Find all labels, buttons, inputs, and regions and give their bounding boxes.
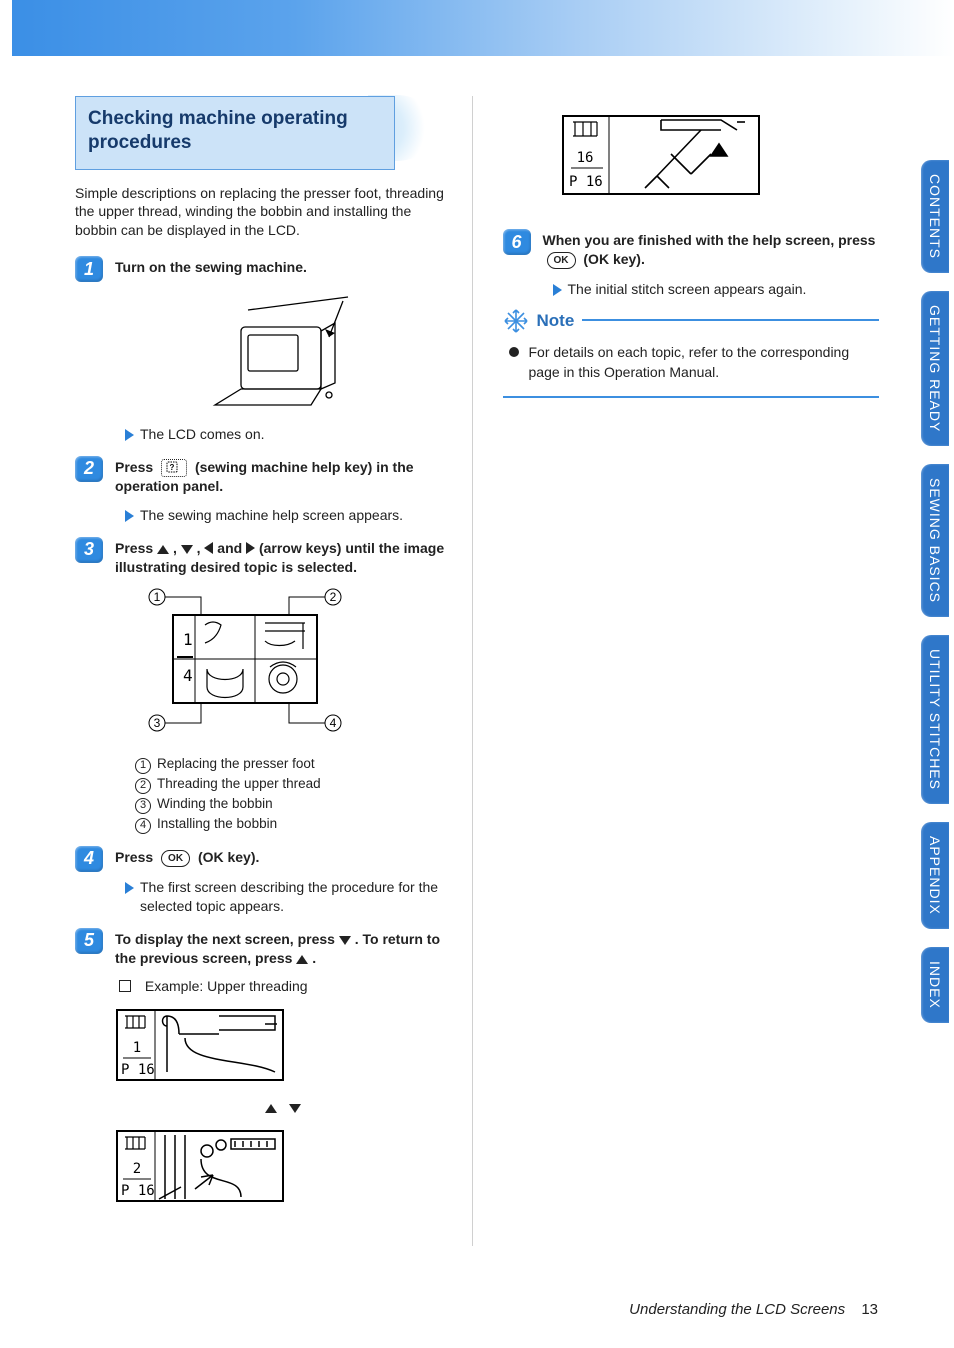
- step-6-title: When you are finished with the help scre…: [543, 231, 880, 270]
- note-header: Note: [503, 308, 583, 334]
- example-lcd-1: 1 P 16: [115, 1008, 285, 1082]
- example-box-icon: [119, 980, 131, 992]
- svg-text:4: 4: [183, 666, 193, 685]
- side-tabs: CONTENTS GETTING READY SEWING BASICS UTI…: [909, 160, 949, 1023]
- arrow-down-icon: [339, 936, 351, 945]
- section-title: Checking machine operating procedures: [88, 107, 372, 155]
- left-column: Checking machine operating procedures Si…: [75, 96, 472, 1246]
- step-2-title: Press ? (sewing machine help key) in the…: [115, 458, 452, 496]
- example-label-row: Example: Upper threading: [119, 978, 452, 994]
- step-4-result-text: The first screen describing the procedur…: [140, 878, 452, 916]
- tab-utility-stitches[interactable]: UTILITY STITCHES: [921, 635, 949, 804]
- lcd1-num: 1: [133, 1040, 141, 1056]
- step-number-badge: 2: [75, 456, 103, 482]
- result-arrow-icon: [553, 284, 562, 296]
- arrow-left-icon: [204, 542, 213, 554]
- result-arrow-icon: [125, 510, 134, 522]
- step-1: 1 Turn on the sewing machine. The LCD co…: [75, 258, 452, 444]
- step-6: 6 When you are finished with the help sc…: [503, 231, 880, 299]
- step-2-result: The sewing machine help screen appears.: [125, 506, 452, 525]
- help-page-num: 1: [183, 630, 193, 649]
- step-number-badge: 5: [75, 928, 103, 954]
- result-arrow-icon: [125, 429, 134, 441]
- result-arrow-icon: [125, 882, 134, 894]
- arrow-up-icon: [296, 955, 308, 964]
- lcd1-page: P 16: [121, 1062, 155, 1078]
- step-4-title: Press OK (OK key).: [115, 848, 452, 869]
- step-number-badge: 3: [75, 537, 103, 563]
- lcd2-num: 2: [133, 1161, 141, 1177]
- ok-key-icon: OK: [161, 850, 190, 868]
- step-3-title: Press , , and (arrow keys) until the ima…: [115, 539, 452, 577]
- step-4: 4 Press OK (OK key). The first screen de…: [75, 848, 452, 916]
- ok-key-icon: OK: [547, 252, 576, 270]
- step-1-result-text: The LCD comes on.: [140, 425, 265, 444]
- legend-num-3: 3: [135, 798, 151, 814]
- step-3: 3 Press , , and (arrow keys) until the i…: [75, 539, 452, 834]
- arrow-up-icon: [265, 1104, 277, 1113]
- tab-contents[interactable]: CONTENTS: [921, 160, 949, 273]
- svg-text:3: 3: [154, 716, 161, 730]
- section-heading-box: Checking machine operating procedures: [75, 96, 395, 170]
- note-text: For details on each topic, refer to the …: [529, 343, 880, 382]
- legend-num-2: 2: [135, 778, 151, 794]
- note-label: Note: [537, 311, 575, 331]
- arrow-up-icon: [157, 545, 169, 554]
- step-1-title: Turn on the sewing machine.: [115, 258, 452, 277]
- arrow-down-icon: [289, 1104, 301, 1113]
- step-4-result: The first screen describing the procedur…: [125, 878, 452, 916]
- snowflake-icon: [503, 308, 529, 334]
- sewing-machine-illustration: [193, 285, 373, 415]
- tab-sewing-basics[interactable]: SEWING BASICS: [921, 464, 949, 617]
- page-footer: Understanding the LCD Screens 13: [629, 1301, 878, 1318]
- tab-getting-ready[interactable]: GETTING READY: [921, 291, 949, 446]
- step-6-result: The initial stitch screen appears again.: [553, 280, 880, 299]
- tab-index[interactable]: INDEX: [921, 947, 949, 1023]
- step-number-badge: 1: [75, 256, 103, 282]
- footer-section: Understanding the LCD Screens: [629, 1301, 845, 1318]
- example-label: Example: Upper threading: [145, 978, 308, 994]
- legend-num-1: 1: [135, 758, 151, 774]
- step-number-badge: 6: [503, 229, 531, 255]
- step-1-result: The LCD comes on.: [125, 425, 452, 444]
- svg-text:4: 4: [330, 716, 337, 730]
- right-column: 16 P 16 6 When you are finished with the…: [483, 96, 880, 1246]
- arrow-down-icon: [181, 545, 193, 554]
- page-header-bar: [0, 0, 954, 56]
- step-5-title: To display the next screen, press . To r…: [115, 930, 452, 968]
- svg-text:1: 1: [154, 590, 161, 604]
- step-6-result-text: The initial stitch screen appears again.: [568, 280, 807, 299]
- step-2-result-text: The sewing machine help screen appears.: [140, 506, 403, 525]
- tab-appendix[interactable]: APPENDIX: [921, 822, 949, 929]
- step-2: 2 Press ? (sewing machine help key) in t…: [75, 458, 452, 525]
- screen-nav-arrows: [115, 1099, 452, 1117]
- svg-text:2: 2: [330, 590, 337, 604]
- help-key-icon: ?: [161, 459, 187, 477]
- legend-num-4: 4: [135, 818, 151, 834]
- page-number: 13: [861, 1301, 878, 1318]
- topic-legend: 1Replacing the presser foot 2Threading t…: [135, 754, 452, 834]
- lcd3-page: P 16: [569, 174, 603, 190]
- svg-text:?: ?: [170, 463, 175, 472]
- column-divider: [472, 96, 473, 1246]
- help-topic-lcd: 1 2 3 4 1 4: [115, 585, 375, 735]
- step-5: 5 To display the next screen, press . To…: [75, 930, 452, 1216]
- lcd2-page: P 16: [121, 1183, 155, 1199]
- note-box: Note For details on each topic, refer to…: [503, 319, 880, 398]
- example-lcd-2: 2 P 16: [115, 1129, 285, 1203]
- lcd3-num: 16: [576, 150, 593, 166]
- step-number-badge: 4: [75, 846, 103, 872]
- note-body: For details on each topic, refer to the …: [503, 343, 880, 382]
- example-lcd-final: 16 P 16: [561, 114, 761, 196]
- bullet-icon: [509, 347, 519, 357]
- intro-paragraph: Simple descriptions on replacing the pre…: [75, 184, 452, 241]
- arrow-right-icon: [246, 542, 255, 554]
